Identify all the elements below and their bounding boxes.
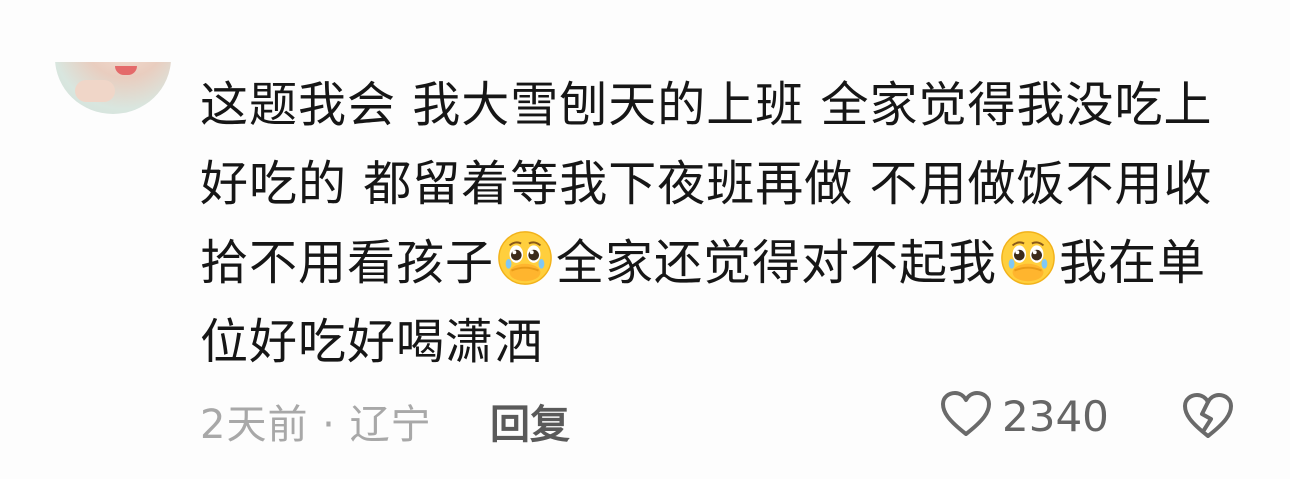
comment-time: 2天前 [200, 402, 309, 448]
comment-text-part-2: 全家还觉得对不起我 [556, 235, 998, 291]
dislike-button[interactable] [1182, 392, 1234, 444]
meta-separator: · [322, 402, 336, 448]
heart-icon [940, 390, 992, 442]
comment-meta: 2天前 · 辽宁 [200, 392, 432, 450]
avatar-hand [75, 80, 115, 102]
comment-text: 这题我会 我大雪刨天的上班 全家觉得我没吃上好吃的 都留着等我下夜班再做 不用做… [200, 66, 1240, 382]
pleading-face-emoji-icon [999, 229, 1057, 287]
comment-item: 这题我会 我大雪刨天的上班 全家觉得我没吃上好吃的 都留着等我下夜班再做 不用做… [0, 0, 1290, 479]
like-button[interactable]: 2340 [940, 390, 1109, 442]
broken-heart-icon [1182, 393, 1234, 444]
like-count: 2340 [1002, 391, 1109, 441]
reply-button[interactable]: 回复 [490, 392, 570, 450]
comment-location: 辽宁 [349, 402, 432, 448]
pleading-face-emoji-icon [496, 229, 554, 287]
avatar-lips [115, 66, 137, 75]
avatar[interactable] [55, 62, 171, 114]
